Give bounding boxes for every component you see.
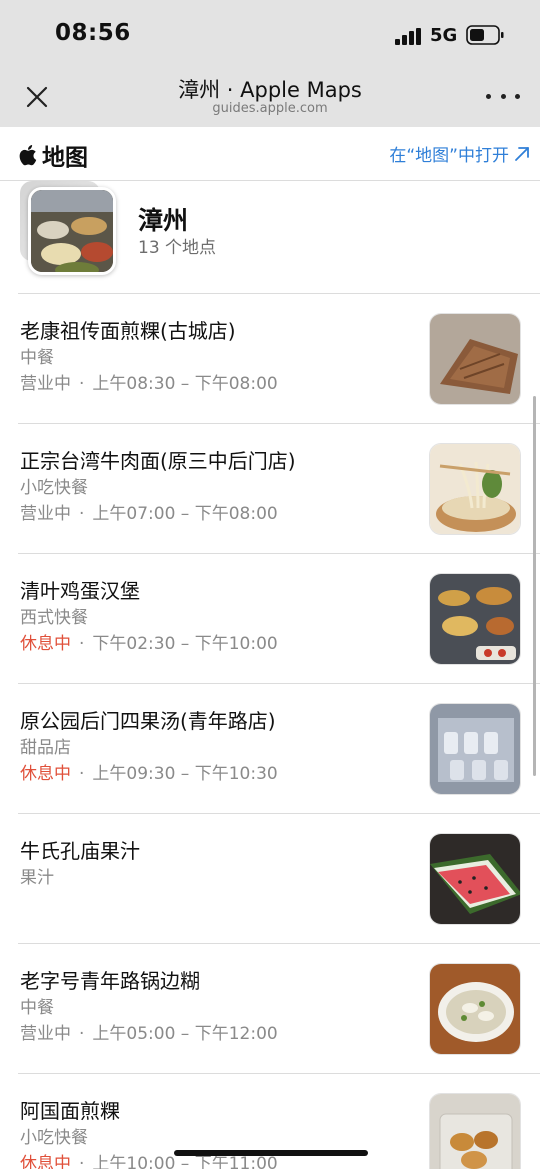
place-name: 老康祖传面煎粿(古城店) xyxy=(20,319,236,343)
maps-brand[interactable]: 地图 xyxy=(18,138,88,172)
place-thumbnail xyxy=(429,313,521,405)
guide-place-count: 13 个地点 xyxy=(138,238,217,258)
place-thumbnail xyxy=(429,573,521,665)
place-photo xyxy=(430,314,520,404)
place-item[interactable]: 老康祖传面煎粿(古城店) 中餐 营业中 · 上午08:30 – 下午08:00 xyxy=(18,294,540,424)
place-thumbnail xyxy=(429,1093,521,1169)
place-status: 营业中 xyxy=(20,504,71,524)
place-thumbnail xyxy=(429,703,521,795)
arrow-up-right-icon xyxy=(515,146,529,161)
open-in-maps-link[interactable]: 在“地图”中打开 xyxy=(389,141,530,166)
status-bar: 08:56 5G xyxy=(0,0,540,62)
scrollbar[interactable] xyxy=(533,396,536,776)
place-name: 原公园后门四果汤(青年路店) xyxy=(20,709,276,733)
place-photo xyxy=(430,1094,520,1169)
apple-logo-icon xyxy=(19,145,37,166)
place-thumbnail xyxy=(429,963,521,1055)
place-hours-row: 营业中 · 上午08:30 – 下午08:00 xyxy=(20,374,278,394)
more-options-button[interactable] xyxy=(486,86,520,106)
place-status: 休息中 xyxy=(20,634,71,654)
place-photo xyxy=(430,704,520,794)
more-dot-icon xyxy=(500,93,506,99)
place-status: 营业中 xyxy=(20,374,71,394)
maps-brand-label: 地图 xyxy=(42,145,88,171)
place-category: 小吃快餐 xyxy=(20,1128,88,1148)
place-thumbnail xyxy=(429,833,521,925)
place-status: 休息中 xyxy=(20,764,71,784)
place-item[interactable]: 牛氏孔庙果汁 果汁 xyxy=(18,814,540,944)
place-category: 小吃快餐 xyxy=(20,478,88,498)
place-item[interactable]: 清叶鸡蛋汉堡 西式快餐 休息中 · 下午02:30 – 下午10:00 xyxy=(18,554,540,684)
place-hours-row: 营业中 · 上午05:00 – 下午12:00 xyxy=(20,1024,278,1044)
home-indicator[interactable] xyxy=(174,1150,368,1156)
guide-cover-image xyxy=(28,187,116,275)
network-type: 5G xyxy=(430,25,458,46)
battery-icon xyxy=(466,25,504,45)
place-hours: 下午02:30 – 下午10:00 xyxy=(92,634,278,654)
place-hours: 上午07:00 – 下午08:00 xyxy=(92,504,278,524)
guide-cover-photo xyxy=(31,190,113,272)
place-thumbnail xyxy=(429,443,521,535)
page-url: guides.apple.com xyxy=(212,101,328,116)
place-hours-row: 营业中 · 上午07:00 – 下午08:00 xyxy=(20,504,278,524)
place-status: 休息中 xyxy=(20,1154,71,1169)
place-category: 甜品店 xyxy=(20,738,71,758)
place-name: 阿国面煎粿 xyxy=(20,1099,120,1123)
place-item[interactable]: 原公园后门四果汤(青年路店) 甜品店 休息中 · 上午09:30 – 下午10:30 xyxy=(18,684,540,814)
place-photo xyxy=(430,574,520,664)
more-dot-icon xyxy=(486,93,491,99)
place-photo xyxy=(430,444,520,534)
place-hours-row: 休息中 · 上午09:30 – 下午10:30 xyxy=(20,764,278,784)
cellular-signal-icon xyxy=(395,28,421,45)
status-time: 08:56 xyxy=(55,20,131,46)
browser-chrome: 08:56 5G 漳州 · Apple Maps guides.apple.co… xyxy=(0,0,540,127)
place-item[interactable]: 正宗台湾牛肉面(原三中后门店) 小吃快餐 营业中 · 上午07:00 – 下午08:… xyxy=(18,424,540,554)
place-category: 果汁 xyxy=(20,868,54,888)
more-dot-icon xyxy=(515,93,520,99)
place-hours: 上午09:30 – 下午10:30 xyxy=(92,764,278,784)
place-status: 营业中 xyxy=(20,1024,71,1044)
place-photo xyxy=(430,834,520,924)
place-photo xyxy=(430,964,520,1054)
place-name: 老字号青年路锅边糊 xyxy=(20,969,200,993)
open-in-maps-label: 在“地图”中打开 xyxy=(389,146,509,166)
browser-header: 漳州 · Apple Maps guides.apple.com xyxy=(0,62,540,127)
place-category: 中餐 xyxy=(20,998,54,1018)
guide-title: 漳州 xyxy=(138,206,189,235)
place-name: 清叶鸡蛋汉堡 xyxy=(20,579,140,603)
place-hours: 上午08:30 – 下午08:00 xyxy=(92,374,278,394)
maps-header: 地图 在“地图”中打开 xyxy=(0,127,540,181)
place-hours: 上午05:00 – 下午12:00 xyxy=(92,1024,278,1044)
place-hours: 上午10:00 – 下午11:00 xyxy=(92,1154,278,1169)
place-name: 正宗台湾牛肉面(原三中后门店) xyxy=(20,449,296,473)
places-list: 老康祖传面煎粿(古城店) 中餐 营业中 · 上午08:30 – 下午08:00 正宗… xyxy=(0,294,540,1169)
place-category: 西式快餐 xyxy=(20,608,88,628)
guide-header: 漳州 13 个地点 xyxy=(0,181,540,294)
place-category: 中餐 xyxy=(20,348,54,368)
place-item[interactable]: 老字号青年路锅边糊 中餐 营业中 · 上午05:00 – 下午12:00 xyxy=(18,944,540,1074)
place-hours-row: 休息中 · 下午02:30 – 下午10:00 xyxy=(20,634,278,654)
place-name: 牛氏孔庙果汁 xyxy=(20,839,140,863)
page-title: 漳州 · Apple Maps xyxy=(178,78,362,102)
